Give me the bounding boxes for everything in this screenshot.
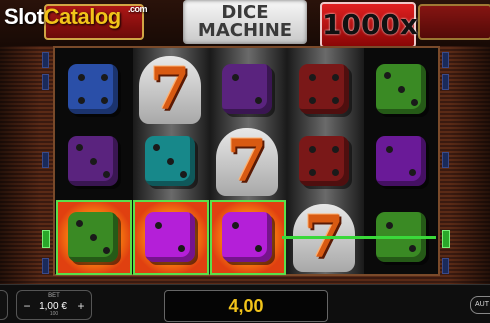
purple-dark-die-icon <box>222 64 272 114</box>
magenta-die-icon <box>145 212 195 262</box>
die-pip <box>386 222 393 229</box>
payline-marker-left <box>42 74 49 90</box>
reel-symbol <box>210 200 286 275</box>
payline-marker-left <box>42 258 49 274</box>
die-pip <box>166 157 174 165</box>
reel-symbol <box>287 52 363 127</box>
blue-die-icon <box>68 64 118 114</box>
reel-grid: 777 <box>53 46 440 276</box>
die-pip <box>178 245 185 252</box>
win-amount-display: 4,00 <box>164 290 328 322</box>
game-title: DICE MACHINE <box>183 0 307 44</box>
die-pip <box>89 157 97 165</box>
autoplay-button[interactable]: AUT <box>470 296 490 314</box>
payline-marker-right <box>442 258 449 274</box>
reel-symbol <box>364 52 440 127</box>
multiplier-banner: 1000x <box>320 2 418 48</box>
die-pip <box>411 99 418 106</box>
reel-5 <box>364 48 441 274</box>
game-header: SlotCatalog .com DICE MACHINE 1000x <box>0 0 490 48</box>
right-side-shade <box>450 44 490 284</box>
menu-button[interactable] <box>0 290 8 320</box>
logo-text-catalog: Catalog <box>43 4 122 29</box>
die-pip <box>332 97 339 104</box>
die-pip <box>384 72 391 79</box>
site-logo: SlotCatalog .com <box>4 4 148 30</box>
die-pip <box>409 245 416 252</box>
title-line-2: MACHINE <box>197 20 293 41</box>
winning-payline <box>282 236 436 239</box>
payline-marker-right <box>442 52 449 68</box>
reel-1 <box>56 48 133 275</box>
reel-symbol <box>364 124 440 199</box>
die-pip <box>78 74 85 81</box>
die-pip <box>103 171 110 178</box>
payline-marker-left <box>42 152 49 168</box>
die-pip <box>153 144 160 151</box>
magenta-die-icon <box>222 212 272 262</box>
die-pip <box>232 74 239 81</box>
violet-die-icon <box>376 136 426 186</box>
bet-total: 100 <box>49 311 59 317</box>
die-pip <box>397 85 405 93</box>
seven-glyph: 7 <box>149 55 191 123</box>
die-pip <box>332 169 339 176</box>
die-pip <box>76 220 83 227</box>
reel-symbol <box>287 124 363 199</box>
die-pip <box>309 169 316 176</box>
active-payline-marker-right <box>442 230 450 248</box>
seven-symbol-icon: 7 <box>139 56 201 124</box>
reel-symbol: 7 <box>133 52 209 127</box>
die-pip <box>180 171 187 178</box>
die-pip <box>232 222 239 229</box>
reel-symbol <box>210 52 286 127</box>
payline-marker-left <box>42 52 49 68</box>
die-pip <box>309 146 316 153</box>
seven-symbol-icon: 7 <box>216 128 278 196</box>
teal-die-icon <box>145 136 195 186</box>
die-pip <box>255 97 262 104</box>
payline-marker-right <box>442 74 449 90</box>
reel-symbol <box>133 200 209 275</box>
die-pip <box>386 146 393 153</box>
slot-game-screen: SlotCatalog .com DICE MACHINE 1000x 777 … <box>0 0 490 323</box>
die-pip <box>155 222 162 229</box>
left-side-shade <box>0 44 40 284</box>
die-pip <box>101 97 108 104</box>
die-pip <box>89 233 97 241</box>
reel-symbol <box>133 124 209 199</box>
logo-suffix: .com <box>128 4 148 14</box>
die-pip <box>255 245 262 252</box>
right-decoration <box>418 4 490 40</box>
red-die-icon <box>299 64 349 114</box>
reel-symbol <box>56 200 132 275</box>
bet-selector: BET − 1,00 € + 100 <box>16 290 92 320</box>
die-pip <box>309 74 316 81</box>
die-pip <box>309 97 316 104</box>
die-pip <box>332 146 339 153</box>
green-die-icon <box>376 64 426 114</box>
die-pip <box>332 74 339 81</box>
reel-4: 7 <box>287 48 364 274</box>
green-die-icon <box>68 212 118 262</box>
active-payline-marker-left <box>42 230 50 248</box>
die-pip <box>103 247 110 254</box>
logo-text-slot: Slot <box>4 4 44 29</box>
seven-glyph: 7 <box>226 127 268 195</box>
reel-symbol <box>56 124 132 199</box>
reel-2: 7 <box>133 48 210 275</box>
die-pip <box>76 144 83 151</box>
red-die-icon <box>299 136 349 186</box>
purple-dark-die-icon <box>68 136 118 186</box>
die-pip <box>101 74 108 81</box>
reel-symbol: 7 <box>210 124 286 199</box>
die-pip <box>78 97 85 104</box>
reel-3: 7 <box>210 48 287 275</box>
payline-marker-right <box>442 152 449 168</box>
reel-symbol <box>56 52 132 127</box>
die-pip <box>409 169 416 176</box>
